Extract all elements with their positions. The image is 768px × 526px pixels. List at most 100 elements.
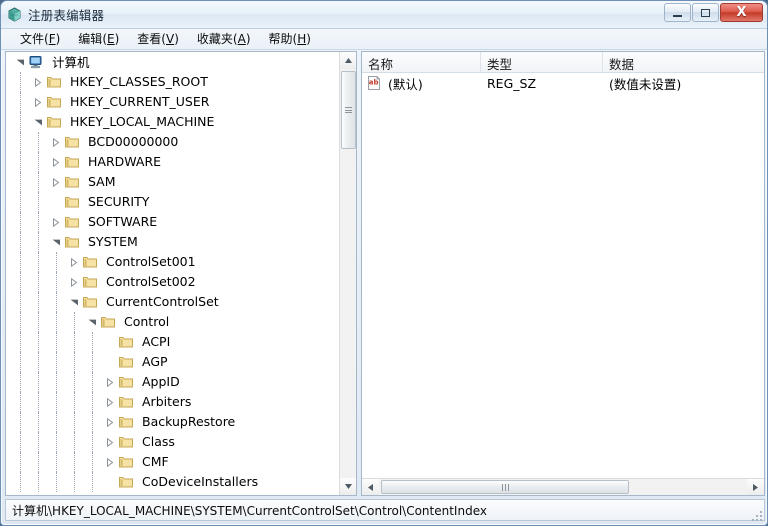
tree-node-controlset002[interactable]: ControlSet002 [6,272,340,292]
tree-node-system[interactable]: SYSTEM [6,232,340,252]
tree-guide-line [38,312,39,332]
chevron-right-icon[interactable] [102,432,118,452]
tree-node-label: SOFTWARE [88,214,158,229]
maximize-icon [701,8,710,17]
menu-item-e[interactable]: 编辑(E) [69,29,128,49]
scroll-left-button[interactable] [362,479,379,495]
registry-key-icon [64,214,84,230]
chevron-right-icon[interactable] [66,272,82,292]
tree-guide-line [74,472,75,492]
registry-key-icon [118,394,138,410]
maximize-button[interactable] [692,3,719,22]
tree-node-acpi[interactable]: ACPI [6,332,340,352]
tree-node-label: ControlSet001 [106,254,196,269]
tree-node-codeviceinstallers[interactable]: CoDeviceInstallers [6,472,340,492]
tree-guide-line [20,192,21,212]
chevron-down-icon[interactable] [66,292,82,312]
tree-node--[interactable]: 计算机 [6,52,340,72]
minimize-button[interactable] [664,3,691,22]
tree-guide-line [20,452,21,472]
scroll-grip-icon [345,106,352,115]
tree-guide-line [56,452,57,472]
tree-node-appid[interactable]: AppID [6,372,340,392]
menu-item-v[interactable]: 查看(V) [128,29,188,49]
tree-node-hkey-current-user[interactable]: HKEY_CURRENT_USER [6,92,340,112]
chevron-right-icon[interactable] [48,132,64,152]
tree-guide-line [56,392,57,412]
horizontal-scroll-thumb[interactable] [381,480,629,494]
chevron-right-icon[interactable] [66,252,82,272]
tree-node-currentcontrolset[interactable]: CurrentControlSet [6,292,340,312]
chevron-right-icon[interactable] [48,212,64,232]
tree-guide-line [56,412,57,432]
chevron-down-icon[interactable] [48,232,64,252]
tree-guide-line [56,372,57,392]
tree-node-hkey-classes-root[interactable]: HKEY_CLASSES_ROOT [6,72,340,92]
horizontal-scroll-track[interactable] [379,479,747,495]
chevron-right-icon[interactable] [48,152,64,172]
tree-guide-line [20,312,21,332]
registry-key-icon [82,254,102,270]
tree-guide-line [92,332,93,352]
values-horizontal-scrollbar[interactable] [362,478,764,495]
tree-guide-line [92,472,93,492]
tree-guide-line [56,292,57,312]
tree-node-backuprestore[interactable]: BackupRestore [6,412,340,432]
chevron-right-icon[interactable] [30,72,46,92]
chevron-right-icon[interactable] [102,392,118,412]
value-name-cell: ab (默认) [362,74,481,93]
column-header-type[interactable]: 类型 [481,52,603,72]
tree-node-label: 计算机 [52,55,90,70]
registry-editor-window: 注册表编辑器 X 文件(F) 编辑(E) 查看(V) 收藏夹(A) 帮助(H) 计算机 H… [0,0,768,526]
values-rows: ab (默认) REG_SZ (数值未设置) [362,73,764,93]
tree-node-software[interactable]: SOFTWARE [6,212,340,232]
tree-node-hkey-local-machine[interactable]: HKEY_LOCAL_MACHINE [6,112,340,132]
tree-node-controlset001[interactable]: ControlSet001 [6,252,340,272]
tree-guide-line [92,352,93,372]
tree-guide-line [20,172,21,192]
tree-node-hardware[interactable]: HARDWARE [6,152,340,172]
scroll-up-button[interactable] [340,52,356,69]
value-row[interactable]: ab (默认) REG_SZ (数值未设置) [362,73,764,93]
chevron-right-icon[interactable] [102,372,118,392]
registry-key-icon [100,314,120,330]
tree-node-label: SECURITY [88,194,150,209]
registry-key-icon [118,474,138,490]
tree-node-security[interactable]: SECURITY [6,192,340,212]
tree-node-agp[interactable]: AGP [6,352,340,372]
tree-node-sam[interactable]: SAM [6,172,340,192]
chevron-right-icon[interactable] [102,452,118,472]
scroll-down-button[interactable] [340,478,356,495]
chevron-down-icon[interactable] [12,52,28,72]
main-content: 计算机 HKEY_CLASSES_ROOT HKEY_CURRENT_USER HKE… [5,51,765,496]
menu-item-accelerator: (E) [102,32,120,46]
tree-guide-line [92,432,93,452]
tree-guide-line [74,352,75,372]
chevron-down-icon[interactable] [84,312,100,332]
registry-tree-pane: 计算机 HKEY_CLASSES_ROOT HKEY_CURRENT_USER HKE… [5,51,357,496]
tree-node-bcd00000000[interactable]: BCD00000000 [6,132,340,152]
chevron-right-icon[interactable] [30,92,46,112]
resize-grip-icon[interactable] [752,511,764,523]
chevron-down-icon[interactable] [30,112,46,132]
tree-node-arbiters[interactable]: Arbiters [6,392,340,412]
column-header-data[interactable]: 数据 [603,52,764,72]
scroll-right-button[interactable] [747,479,764,495]
close-button[interactable]: X [720,3,763,22]
tree-node-class[interactable]: Class [6,432,340,452]
menu-item-a[interactable]: 收藏夹(A) [188,29,260,49]
menu-item-h[interactable]: 帮助(H) [260,29,320,49]
tree-vertical-scrollbar[interactable] [339,52,356,495]
tree-node-cmf[interactable]: CMF [6,452,340,472]
registry-key-icon [118,454,138,470]
column-header-name[interactable]: 名称 [362,52,481,72]
chevron-right-icon[interactable] [48,172,64,192]
menu-item-f[interactable]: 文件(F) [11,29,69,49]
tree-scroll-thumb[interactable] [341,71,356,149]
menu-item-label: 帮助 [268,32,293,46]
chevron-right-icon[interactable] [102,412,118,432]
tree-node-control[interactable]: Control [6,312,340,332]
